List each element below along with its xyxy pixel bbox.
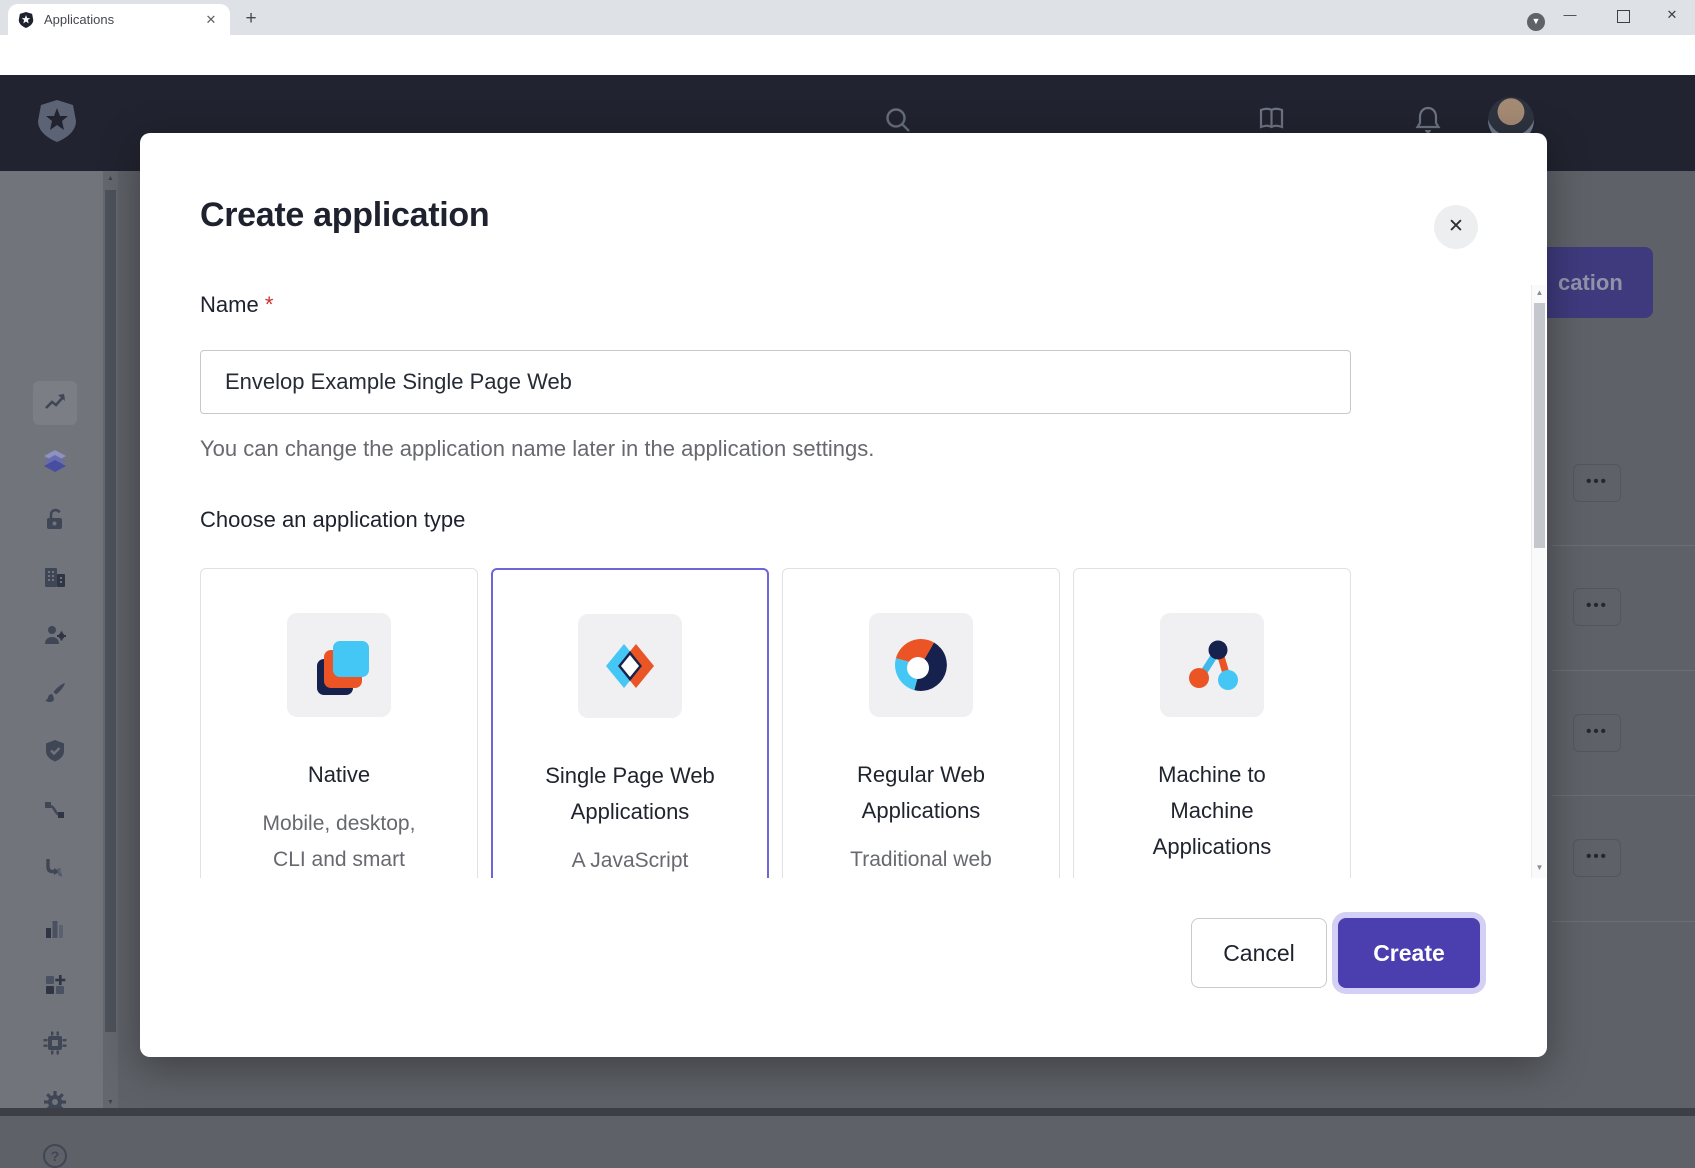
row-separator <box>1552 670 1695 671</box>
page-scrollbar[interactable]: ▲ ▼ <box>103 171 118 1116</box>
choose-type-label: Choose an application type <box>200 507 465 533</box>
card-description: A JavaScript <box>572 843 689 878</box>
modal-scrollbar[interactable]: ▲ ▼ <box>1531 285 1546 878</box>
modal-scroll-down-icon[interactable]: ▼ <box>1532 863 1547 872</box>
row-separator <box>1552 921 1695 922</box>
create-application-button-background: cation <box>1547 247 1653 318</box>
maximize-icon <box>1617 10 1630 23</box>
window-minimize-button[interactable]: — <box>1547 0 1593 32</box>
sidebar-item-marketplace[interactable] <box>42 972 68 998</box>
row-menu-button: ••• <box>1573 839 1621 877</box>
required-asterisk: * <box>265 292 274 317</box>
single-page-app-icon <box>598 634 662 698</box>
notifications-bell-icon[interactable] <box>1415 105 1441 135</box>
modal-scrollbar-thumb[interactable] <box>1534 303 1545 548</box>
modal-close-button[interactable]: ✕ <box>1434 205 1478 249</box>
create-button[interactable]: Create <box>1338 918 1480 988</box>
browser-tab[interactable]: Applications ✕ <box>8 4 230 35</box>
name-helper-text: You can change the application name late… <box>200 436 874 462</box>
sidebar-item-authentication[interactable] <box>42 506 68 532</box>
activity-icon <box>42 390 68 416</box>
machine-to-machine-icon <box>1180 633 1244 697</box>
card-title: Machine toMachineApplications <box>1153 757 1272 865</box>
search-icon[interactable] <box>884 106 912 134</box>
native-icon-tile <box>287 613 391 717</box>
sidebar-item-security[interactable] <box>42 738 68 764</box>
spa-icon-tile <box>578 614 682 718</box>
m2m-icon-tile <box>1160 613 1264 717</box>
tab-close-icon[interactable]: ✕ <box>202 12 220 28</box>
sidebar-item-actions[interactable] <box>42 798 68 824</box>
card-title: Single Page WebApplications <box>545 758 715 830</box>
sidebar-item-extensions[interactable] <box>42 1030 68 1056</box>
row-menu-button: ••• <box>1573 714 1621 752</box>
new-tab-button[interactable]: + <box>238 6 264 32</box>
application-type-cards: Native Mobile, desktop,CLI and smart Sin… <box>200 568 1351 878</box>
docs-book-icon <box>1258 107 1285 131</box>
browser-toolbar: ← → ↻ manage.auth0.com/dashboard/eu/drea… <box>0 35 1695 75</box>
card-regular-web[interactable]: Regular WebApplications Traditional web <box>782 568 1060 878</box>
scroll-up-icon[interactable]: ▲ <box>103 175 118 182</box>
auth0-favicon <box>18 12 34 28</box>
sidebar-item-organizations[interactable] <box>42 564 68 590</box>
name-label-text: Name <box>200 292 259 317</box>
chrome-update-chevron-icon[interactable]: ▼ <box>1527 13 1545 31</box>
window-close-button[interactable]: ✕ <box>1649 0 1695 32</box>
card-title: Regular WebApplications <box>857 757 985 829</box>
card-description: Mobile, desktop,CLI and smart <box>263 806 416 878</box>
regular-web-app-icon <box>889 633 953 697</box>
card-native[interactable]: Native Mobile, desktop,CLI and smart <box>200 568 478 878</box>
row-separator <box>1552 795 1695 796</box>
window-maximize-button[interactable] <box>1600 0 1646 32</box>
card-machine-to-machine[interactable]: Machine toMachineApplications <box>1073 568 1351 878</box>
row-menu-button: ••• <box>1573 588 1621 626</box>
page-scrollbar-thumb[interactable] <box>105 190 116 1032</box>
row-menu-button: ••• <box>1573 464 1621 502</box>
modal-title: Create application <box>200 196 489 235</box>
sidebar-item-user-management[interactable] <box>42 622 68 648</box>
page-bottom-strip <box>0 1108 1695 1116</box>
row-separator <box>1552 545 1695 546</box>
tab-title: Applications <box>44 12 202 27</box>
cancel-button[interactable]: Cancel <box>1191 918 1327 988</box>
card-single-page-web[interactable]: Single Page WebApplications A JavaScript <box>491 568 769 878</box>
sidebar-item-branding[interactable] <box>42 680 68 706</box>
sidebar-item-help[interactable]: ? <box>43 1144 67 1168</box>
sidebar-item-monitoring[interactable] <box>42 915 68 941</box>
modal-scroll-up-icon[interactable]: ▲ <box>1532 288 1547 297</box>
scroll-down-icon[interactable]: ▼ <box>103 1099 118 1106</box>
name-label: Name * <box>200 292 273 318</box>
sidebar: ? <box>0 171 103 1116</box>
auth0-logo <box>38 99 76 143</box>
browser-tab-strip: Applications ✕ + ▼ — ✕ <box>0 0 1695 35</box>
sidebar-item-auth-pipeline[interactable] <box>42 856 68 882</box>
modal-scroll-area: Name * You can change the application na… <box>140 285 1531 878</box>
create-application-modal: Create application ✕ Name * You can chan… <box>140 133 1547 1057</box>
native-icon <box>307 633 371 697</box>
application-name-input[interactable] <box>200 350 1351 414</box>
card-title: Native <box>308 757 370 793</box>
regular-web-icon-tile <box>869 613 973 717</box>
sidebar-item-applications[interactable] <box>42 448 68 474</box>
card-description: Traditional web <box>850 842 992 878</box>
